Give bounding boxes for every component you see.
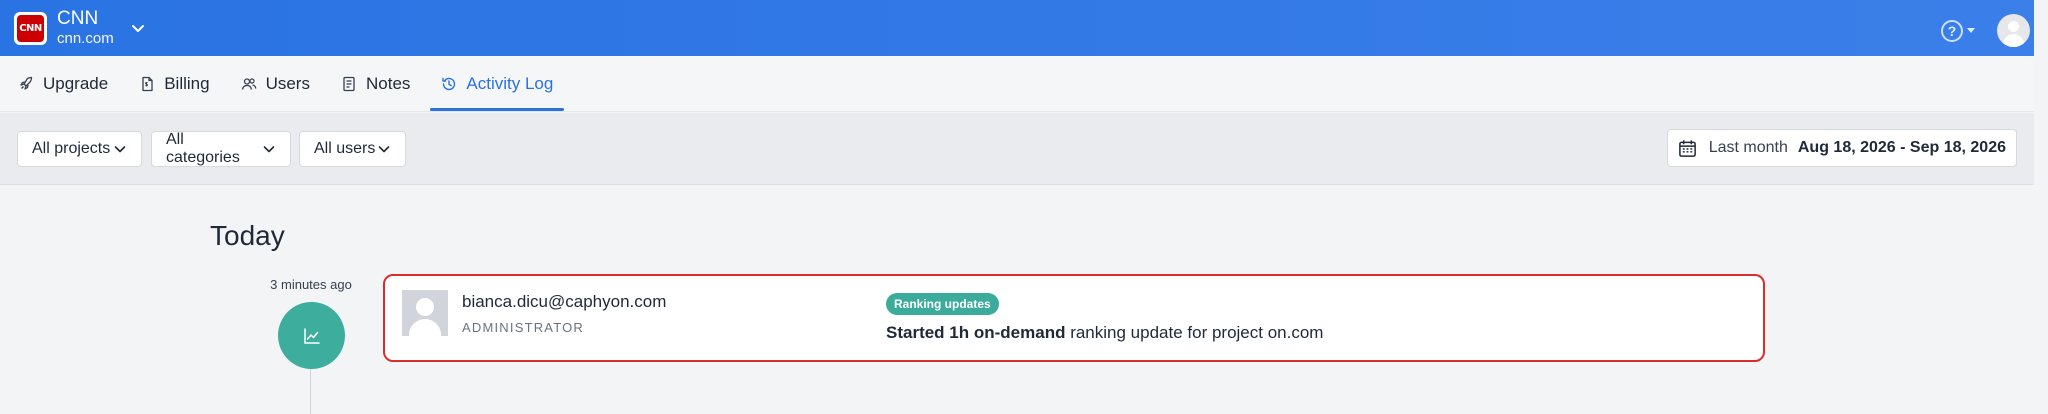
chevron-down-icon <box>131 25 144 32</box>
date-range-picker[interactable]: Last month Aug 18, 2026 - Sep 18, 2026 <box>1666 129 2017 167</box>
users-filter-dropdown[interactable]: All users <box>299 131 406 167</box>
tab-users[interactable]: Users <box>230 56 321 111</box>
date-range-value: Aug 18, 2026 - Sep 18, 2026 <box>1797 139 2006 156</box>
event-description-bold: Started 1h on-demand <box>886 323 1066 342</box>
chevron-down-icon <box>378 146 390 153</box>
tab-upgrade[interactable]: Upgrade <box>7 56 119 111</box>
project-name: CNN <box>57 8 99 30</box>
cnn-logo-mark: CNN <box>17 14 44 42</box>
tab-label: Users <box>265 73 310 93</box>
categories-filter-dropdown[interactable]: All categories <box>151 131 291 167</box>
event-user-role: ADMINISTRATOR <box>462 320 585 335</box>
event-category-badge: Ranking updates <box>886 293 999 315</box>
event-timestamp: 3 minutes ago <box>270 277 352 292</box>
chart-line-icon <box>303 327 320 344</box>
tab-billing[interactable]: Billing <box>128 56 220 111</box>
cnn-logo: CNN <box>14 11 47 45</box>
history-icon <box>442 77 456 90</box>
tab-notes[interactable]: Notes <box>330 56 421 111</box>
help-icon: ? <box>1941 19 1963 42</box>
chevron-down-icon <box>263 146 275 153</box>
project-switcher[interactable]: CNN CNN cnn.com <box>14 9 146 47</box>
day-heading: Today <box>210 220 285 251</box>
activity-log-content: Today 3 minutes ago bianca.dicu@caphyon.… <box>0 186 2048 414</box>
brand-text: CNN cnn.com <box>57 9 114 47</box>
projects-filter-dropdown[interactable]: All projects <box>17 131 142 167</box>
topbar-actions: ? <box>1941 14 2042 47</box>
calendar-icon <box>1678 139 1696 157</box>
chevron-down-icon <box>114 146 126 153</box>
top-bar: CNN CNN cnn.com ? <box>0 0 2048 56</box>
filter-bar: All projects All categories All users La… <box>0 113 2048 185</box>
tab-label: Upgrade <box>43 73 109 93</box>
tab-label: Notes <box>365 73 411 93</box>
project-domain: cnn.com <box>57 30 114 48</box>
event-description-rest: ranking update for project on.com <box>1065 323 1324 342</box>
avatar-icon <box>1997 14 2030 47</box>
user-avatar-icon <box>402 290 448 336</box>
activity-event-card[interactable]: bianca.dicu@caphyon.com ADMINISTRATOR Ra… <box>383 274 1765 362</box>
users-filter-value: All users <box>314 140 376 157</box>
section-tabs: Upgrade Billing Users Notes Activity Log <box>0 56 2048 112</box>
invoice-icon <box>142 76 153 91</box>
caret-down-icon <box>1967 28 1975 33</box>
tab-activity-log[interactable]: Activity Log <box>430 56 565 111</box>
event-description: Started 1h on-demand ranking update for … <box>886 323 1323 343</box>
help-button[interactable]: ? <box>1941 19 1975 42</box>
categories-filter-value: All categories <box>166 131 240 166</box>
right-edge <box>2034 0 2048 414</box>
notes-icon <box>343 76 355 91</box>
tab-label: Billing <box>164 73 210 93</box>
date-range-label: Last month <box>1708 139 1788 156</box>
rocket-icon <box>20 76 33 90</box>
users-icon <box>241 77 256 90</box>
event-user-email: bianca.dicu@caphyon.com <box>462 292 667 311</box>
tab-label: Activity Log <box>466 73 554 93</box>
projects-filter-value: All projects <box>32 140 111 157</box>
event-type-badge <box>278 302 345 369</box>
